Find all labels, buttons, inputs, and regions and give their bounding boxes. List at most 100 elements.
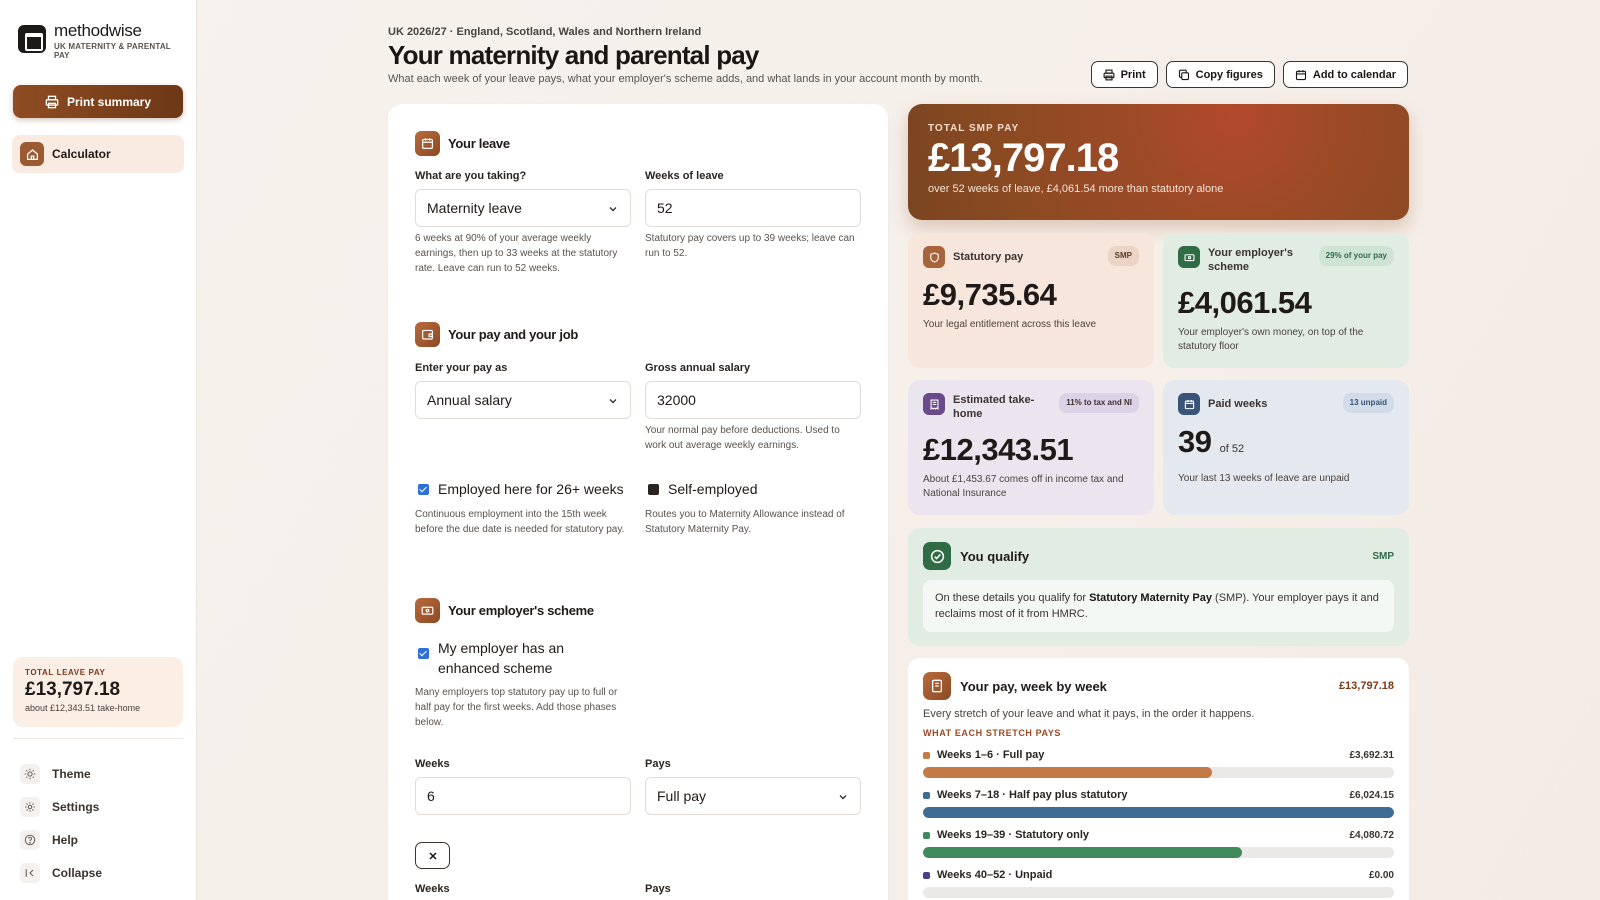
add-to-calendar-label: Add to calendar <box>1312 68 1396 81</box>
qualify-tag: SMP <box>1372 550 1394 562</box>
phase-weeks-label-2: Weeks <box>415 883 450 895</box>
chevron-down-icon <box>839 795 847 800</box>
checkbox-checked-icon <box>418 484 429 495</box>
calendar-icon <box>415 131 440 156</box>
sidebar-item-theme[interactable]: Theme <box>20 757 102 790</box>
stat-value: £12,343.51 <box>923 432 1074 467</box>
pay-mode-value: Annual salary <box>427 392 512 408</box>
copy-icon <box>1178 69 1189 80</box>
close-icon <box>428 851 437 860</box>
salary-input[interactable]: 32000 <box>645 381 861 419</box>
phase-amount: £0.00 <box>1368 869 1394 881</box>
add-to-calendar-button[interactable]: Add to calendar <box>1282 61 1408 88</box>
phase-pays-select[interactable]: Full pay <box>645 777 861 815</box>
brand-logo-icon <box>18 25 46 53</box>
phase-pays-label-2: Pays <box>645 883 671 895</box>
phase-dot <box>923 871 930 879</box>
section-title: Your leave <box>448 136 510 151</box>
shield-icon <box>923 246 945 268</box>
pay-mode-select[interactable]: Annual salary <box>415 381 631 419</box>
chevron-down-icon <box>609 207 617 212</box>
receipt-icon <box>923 393 945 415</box>
status-badge: 13 unpaid <box>1342 393 1394 413</box>
phase-bar-fill <box>923 807 1394 818</box>
brand-name: methodwise <box>54 21 142 40</box>
phase-pays-value: Full pay <box>657 788 707 804</box>
chevron-down-icon <box>609 399 617 404</box>
phase-weeks-input[interactable]: 6 <box>415 777 631 815</box>
weeks-of-leave-input[interactable]: 52 <box>645 189 861 227</box>
toolbar: Print Copy figures Add to calendar <box>1090 61 1408 88</box>
remove-phase-button[interactable] <box>415 842 450 869</box>
self-employed-label: Self-employed <box>668 481 758 497</box>
calendar-icon <box>1295 69 1306 80</box>
stat-label: Statutory pay <box>953 251 1024 263</box>
sidebar-item-collapse[interactable]: Collapse <box>20 856 102 889</box>
phase-list: Weeks 1–6 · Full pay £3,692.31 Weeks 7–18 … <box>923 749 1394 898</box>
qualify-text-bold: Statutory Maternity Pay <box>1089 592 1212 604</box>
brand[interactable]: methodwise UK MATERNITY & PARENTAL PAY <box>18 22 174 60</box>
phase-bar-track <box>923 807 1394 818</box>
sidebar-item-label: Settings <box>52 799 100 814</box>
hero-value: £13,797.18 <box>928 136 1119 180</box>
leave-type-label: What are you taking? <box>415 170 527 182</box>
total-card-value: £13,797.18 <box>25 679 121 700</box>
stat-desc: About £1,453.67 comes off in income tax … <box>923 474 1124 499</box>
stat-desc: Your employer's own money, on top of the… <box>1178 327 1364 352</box>
employed-help: Continuous employment into the 15th week… <box>415 509 625 535</box>
sidebar-item-calculator[interactable]: Calculator <box>12 135 184 173</box>
sidebar-item-settings[interactable]: Settings <box>20 790 102 823</box>
weekly-pay-card: Your pay, week by week £13,797.18 Every … <box>908 658 1409 900</box>
sidebar-total-card: TOTAL LEAVE PAY £13,797.18 about £12,343… <box>13 657 183 727</box>
phase-dot <box>923 831 930 839</box>
salary-value: 32000 <box>657 392 696 408</box>
leave-type-select[interactable]: Maternity leave <box>415 189 631 227</box>
collapse-icon <box>20 862 40 883</box>
status-badge: 11% to tax and NI <box>1059 393 1139 413</box>
status-badge: 29% of your pay <box>1318 246 1394 266</box>
sun-icon <box>20 763 40 784</box>
phase-bar-track <box>923 767 1394 778</box>
phase-amount: £3,692.31 <box>1349 749 1395 761</box>
stat-label: Your employer's scheme <box>1208 247 1293 273</box>
brand-subtitle: UK MATERNITY & PARENTAL PAY <box>54 42 171 60</box>
print-summary-button[interactable]: Print summary <box>13 85 183 118</box>
section-title: Your pay and your job <box>448 327 578 342</box>
phase-weeks-label: Weeks <box>415 758 450 770</box>
leave-type-help: 6 weeks at 90% of your average weekly ea… <box>415 233 618 274</box>
phase-amount: £4,080.72 <box>1349 829 1395 841</box>
stat-label: Paid weeks <box>1208 398 1268 410</box>
section-your-pay: Your pay and your job <box>415 322 578 347</box>
check-circle-icon <box>923 542 951 570</box>
phase-label: Weeks 7–18 · Half pay plus statutory <box>937 789 1128 801</box>
employed-checkbox[interactable]: Employed here for 26+ weeks <box>418 479 624 499</box>
self-employed-checkbox[interactable]: Self-employed <box>648 479 758 499</box>
status-badge: SMP <box>1107 246 1139 266</box>
sidebar-menu: Theme Settings Help Collapse <box>20 757 102 889</box>
weeks-of-leave-label: Weeks of leave <box>645 170 724 182</box>
section-your-leave: Your leave <box>415 131 510 156</box>
salary-label: Gross annual salary <box>645 362 751 374</box>
printer-icon <box>45 95 59 108</box>
phase-bar-track <box>923 887 1394 898</box>
sidebar-item-label: Theme <box>52 766 91 781</box>
ledger-icon <box>923 672 951 700</box>
help-icon <box>20 829 40 850</box>
copy-figures-label: Copy figures <box>1195 68 1263 81</box>
stat-label: Estimated take-home <box>953 394 1035 420</box>
total-card-label: TOTAL LEAVE PAY <box>25 668 106 677</box>
enhanced-scheme-checkbox[interactable]: My employer has an enhanced scheme <box>418 638 593 678</box>
total-smp-pay-card: TOTAL SMP PAY £13,797.18 over 52 weeks o… <box>908 104 1409 220</box>
sidebar-divider <box>13 738 183 739</box>
wallet-icon <box>415 322 440 347</box>
print-button[interactable]: Print <box>1090 61 1158 88</box>
copy-figures-button[interactable]: Copy figures <box>1165 61 1275 88</box>
sidebar-item-help[interactable]: Help <box>20 823 102 856</box>
phase-pays-label: Pays <box>645 758 671 770</box>
qualify-message: On these details you qualify for Statuto… <box>923 580 1394 632</box>
phase-amount: £6,024.15 <box>1349 789 1395 801</box>
home-icon <box>20 142 44 166</box>
print-summary-label: Print summary <box>66 94 152 109</box>
weekly-title: Your pay, week by week <box>960 678 1107 694</box>
qualification-card: You qualify SMP On these details you qua… <box>908 528 1409 646</box>
